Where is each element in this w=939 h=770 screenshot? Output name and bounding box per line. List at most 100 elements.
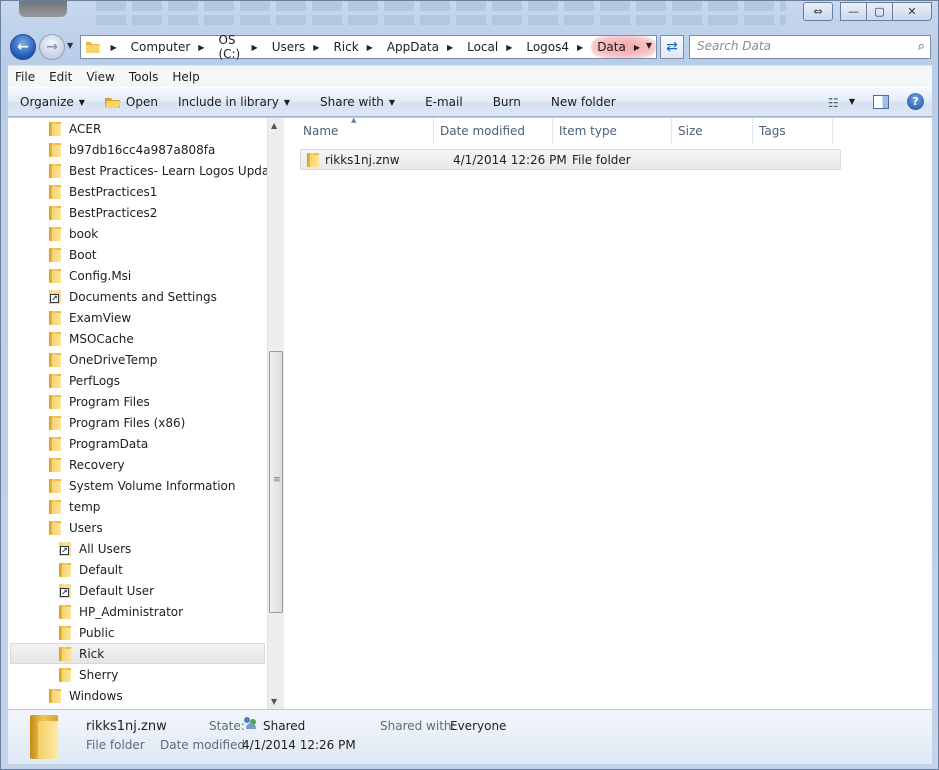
new-folder-button[interactable]: New folder: [531, 95, 626, 109]
crumb-users[interactable]: Users ▶: [268, 36, 330, 58]
crumb-rick[interactable]: Rick ▶: [329, 36, 382, 58]
file-item-type: File folder: [572, 153, 631, 167]
refresh-button[interactable]: ⇄: [660, 35, 684, 59]
burn-button[interactable]: Burn: [473, 95, 531, 109]
nav-item-label: ACER: [69, 121, 102, 136]
nav-item[interactable]: temp: [49, 496, 100, 517]
crumb-computer[interactable]: Computer ▶: [127, 36, 215, 58]
nav-item-label: Windows: [69, 688, 123, 703]
nav-item[interactable]: Default: [59, 559, 123, 580]
maximize-button[interactable]: ▢: [866, 2, 893, 21]
search-icon[interactable]: ⌕: [918, 39, 925, 54]
close-button[interactable]: ✕: [892, 2, 932, 21]
folder-icon: [49, 520, 61, 535]
nav-item[interactable]: Boot: [49, 244, 97, 265]
forward-button[interactable]: →: [39, 34, 65, 60]
crumb-separator-root[interactable]: ▶: [106, 36, 126, 58]
nav-item[interactable]: Windows: [49, 685, 123, 706]
nav-item-label: PerfLogs: [69, 373, 121, 388]
nav-item[interactable]: book: [49, 223, 98, 244]
nav-item[interactable]: ACER: [49, 118, 101, 139]
scroll-thumb[interactable]: ≡: [269, 351, 283, 613]
nav-item[interactable]: Config.Msi: [49, 265, 131, 286]
nav-item[interactable]: Best Practices- Learn Logos Updates: [49, 160, 267, 181]
nav-item[interactable]: BestPractices2: [49, 202, 157, 223]
nav-item[interactable]: ProgramData: [49, 433, 148, 454]
help-icon[interactable]: ?: [907, 93, 924, 110]
nav-item[interactable]: Sherry: [59, 664, 118, 685]
nav-item[interactable]: Public: [59, 622, 115, 643]
organize-button[interactable]: Organize ▼: [8, 95, 95, 109]
nav-item[interactable]: OneDriveTemp: [49, 349, 157, 370]
open-button[interactable]: Open: [95, 95, 168, 109]
background-thumbnail: [19, 1, 67, 17]
back-button[interactable]: ←: [10, 34, 36, 60]
crumb-local[interactable]: Local ▶: [463, 36, 522, 58]
nav-item[interactable]: Program Files (x86): [49, 412, 185, 433]
nav-item[interactable]: Program Files: [49, 391, 150, 412]
new-folder-label: New folder: [550, 95, 616, 109]
recent-pages-dropdown[interactable]: ▼: [67, 41, 73, 50]
swap-window-button[interactable]: ⇔: [803, 2, 833, 21]
table-row[interactable]: rikks1nj.znw 4/1/2014 12:26 PM File fold…: [300, 149, 841, 170]
nav-item[interactable]: MSOCache: [49, 328, 134, 349]
column-date-modified[interactable]: Date modified: [434, 118, 553, 144]
nav-item-label: ExamView: [69, 310, 132, 325]
include-in-library-button[interactable]: Include in library ▼: [168, 95, 300, 109]
navigation-scrollbar[interactable]: ▲ ≡ ▼: [267, 118, 284, 709]
address-dropdown[interactable]: ▼: [646, 41, 652, 50]
crumb-arrow-icon[interactable]: ▶: [252, 43, 258, 52]
share-with-button[interactable]: Share with ▼: [300, 95, 405, 109]
nav-item[interactable]: Rick: [10, 643, 265, 664]
folder-icon: [49, 205, 61, 220]
nav-item[interactable]: System Volume Information: [49, 475, 235, 496]
crumb-arrow-icon[interactable]: ▶: [447, 43, 453, 52]
details-date-modified-value: 4/1/2014 12:26 PM: [242, 738, 356, 752]
scroll-down-icon[interactable]: ▼: [271, 697, 277, 706]
column-size-label: Size: [678, 124, 703, 138]
menu-file[interactable]: File: [8, 70, 42, 84]
crumb-logos4[interactable]: Logos4 ▶: [522, 36, 593, 58]
swap-icon: ⇔: [813, 5, 823, 18]
view-dropdown-icon[interactable]: ▼: [849, 97, 855, 106]
scroll-up-icon[interactable]: ▲: [271, 121, 277, 130]
menu-tools[interactable]: Tools: [122, 70, 166, 84]
minimize-button[interactable]: —: [840, 2, 867, 21]
nav-item[interactable]: Recovery: [49, 454, 125, 475]
background-window-text: [96, 1, 786, 31]
nav-item[interactable]: Users: [49, 517, 103, 538]
nav-item[interactable]: HP_Administrator: [59, 601, 183, 622]
menu-view[interactable]: View: [79, 70, 121, 84]
crumb-arrow-icon[interactable]: ▶: [198, 43, 204, 52]
nav-item[interactable]: ↗ Default User: [59, 580, 154, 601]
crumb-appdata[interactable]: AppData ▶: [383, 36, 463, 58]
nav-item-label: Recovery: [69, 457, 125, 472]
crumb-arrow-icon[interactable]: ▶: [577, 43, 583, 52]
crumb-arrow-icon[interactable]: ▶: [313, 43, 319, 52]
address-bar[interactable]: ▶ Computer ▶ OS (C:) ▶ Users ▶ Rick ▶ AppData ▶ Lo…: [80, 33, 657, 61]
folder-shortcut-icon: ↗: [59, 541, 71, 556]
nav-item[interactable]: b97db16cc4a987a808fa: [49, 139, 215, 160]
nav-item[interactable]: PerfLogs: [49, 370, 120, 391]
crumb-arrow-icon[interactable]: ▶: [634, 43, 640, 52]
menu-edit[interactable]: Edit: [42, 70, 79, 84]
nav-item[interactable]: ↗ All Users: [59, 538, 131, 559]
nav-item[interactable]: ExamView: [49, 307, 131, 328]
preview-pane-icon[interactable]: [873, 94, 889, 109]
column-size[interactable]: Size: [672, 118, 753, 144]
crumb-label: Users: [271, 40, 306, 54]
menu-help[interactable]: Help: [165, 70, 206, 84]
column-item-type[interactable]: Item type: [553, 118, 672, 144]
crumb-os-c[interactable]: OS (C:) ▶: [214, 33, 267, 61]
nav-item[interactable]: ↗ Documents and Settings: [49, 286, 217, 307]
chevron-down-icon: ▼: [283, 97, 290, 107]
nav-item[interactable]: BestPractices1: [49, 181, 157, 202]
column-tags[interactable]: Tags: [753, 118, 833, 144]
column-name[interactable]: ▲ Name: [285, 116, 434, 144]
search-input[interactable]: Search Data ⌕: [689, 35, 931, 59]
crumb-arrow-icon[interactable]: ▶: [506, 43, 512, 52]
change-view-icon[interactable]: ☷: [827, 95, 845, 110]
search-placeholder: Search Data: [697, 39, 771, 53]
crumb-arrow-icon[interactable]: ▶: [367, 43, 373, 52]
email-button[interactable]: E-mail: [405, 95, 473, 109]
